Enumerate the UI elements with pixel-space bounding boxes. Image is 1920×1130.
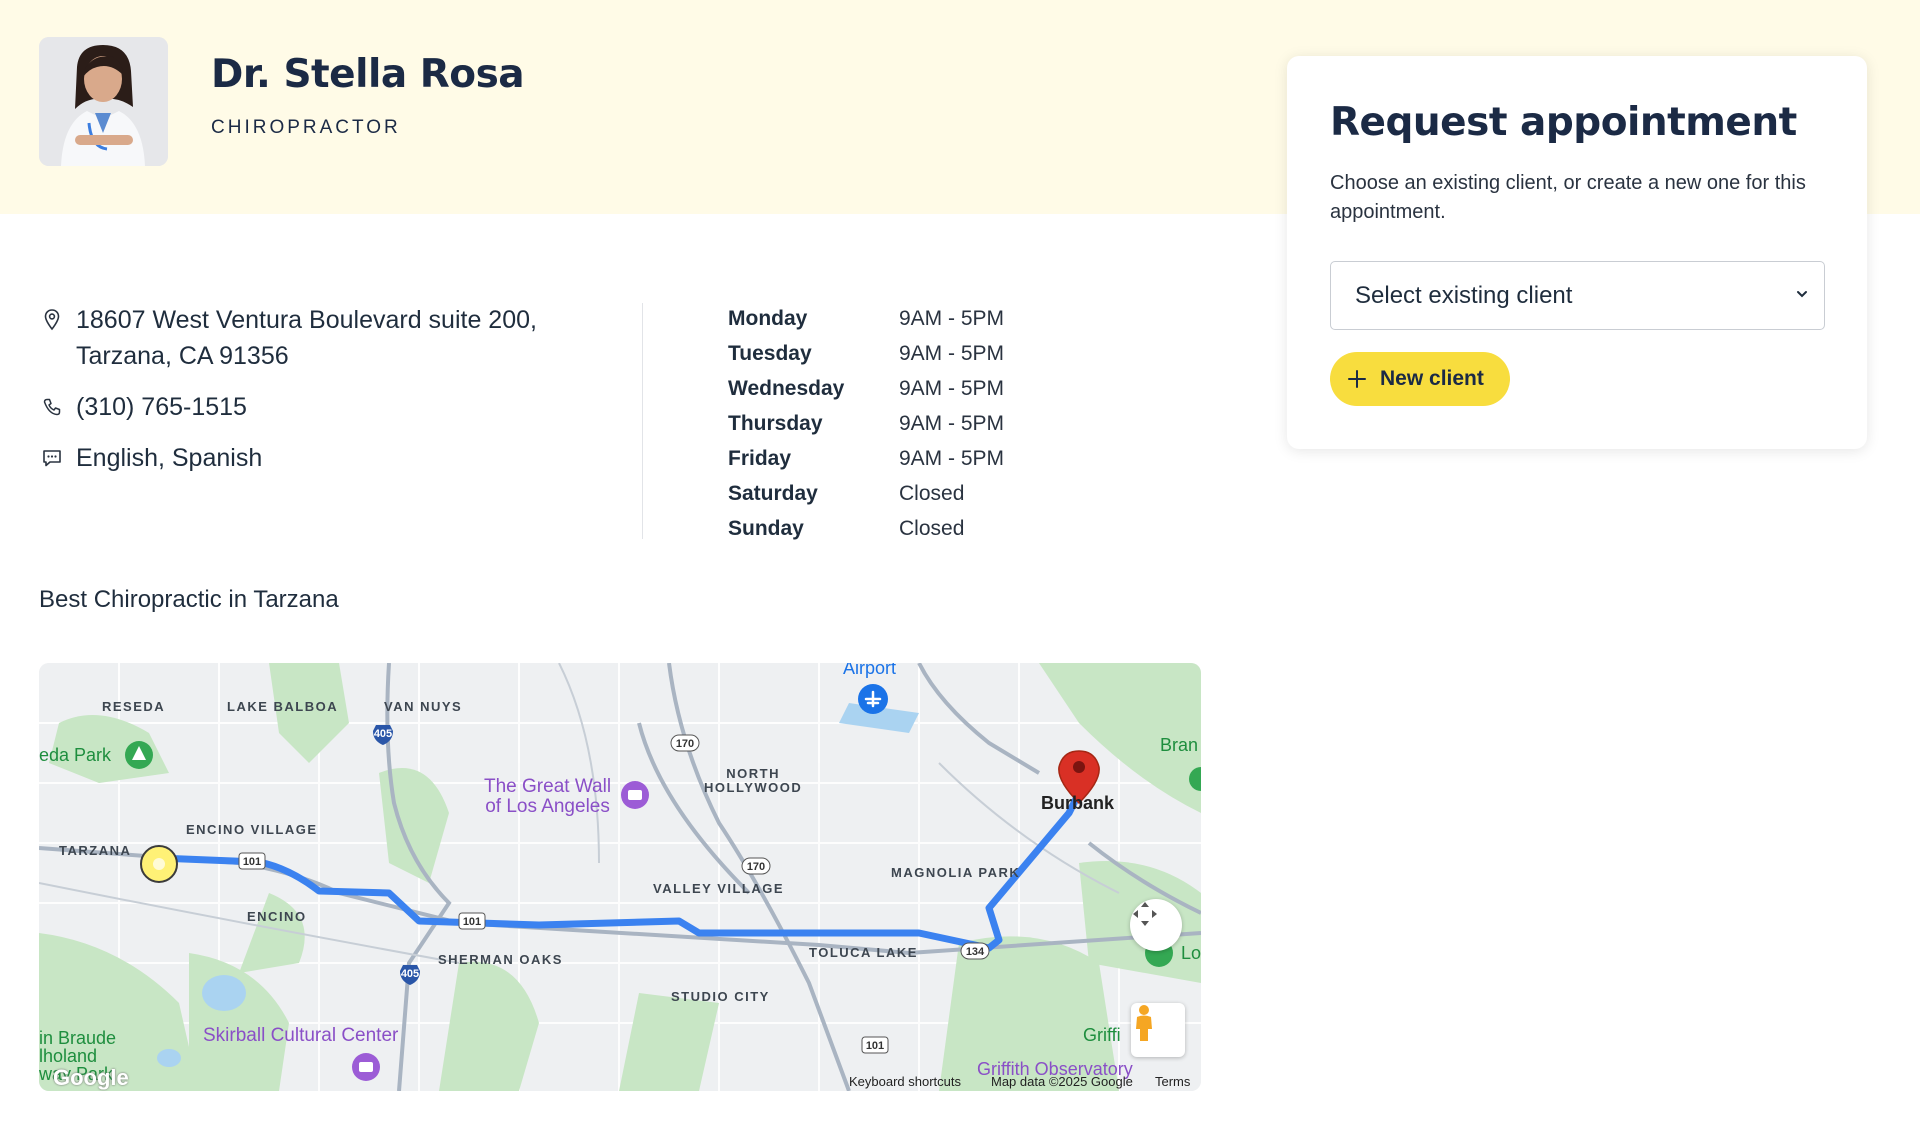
hours-day: Wednesday <box>728 376 845 400</box>
appointment-card: Request appointment Choose an existing c… <box>1287 56 1867 449</box>
map-label-encino-village: ENCINO VILLAGE <box>186 822 318 837</box>
map-label-valley-village: VALLEY VILLAGE <box>653 881 785 896</box>
hours-time: 9AM - 5PM <box>899 306 1005 330</box>
place-burbank[interactable]: Burbank <box>1041 793 1114 814</box>
hours-row: Monday 9AM - 5PM <box>728 301 1004 336</box>
plus-icon <box>1347 369 1367 389</box>
map-label-encino: ENCINO <box>247 909 307 924</box>
shield-101: 101 <box>463 916 481 928</box>
hours-day: Saturday <box>728 481 818 505</box>
hours-day: Tuesday <box>728 341 812 365</box>
shield-170: 170 <box>676 738 694 750</box>
expand-icon <box>1133 902 1157 926</box>
address-line-1: 18607 West Ventura Boulevard suite 200, <box>76 306 537 334</box>
chat-bubble-icon <box>42 440 62 476</box>
new-client-button[interactable]: New client <box>1330 352 1510 406</box>
shield-134: 134 <box>966 946 985 958</box>
hours-row: Tuesday 9AM - 5PM <box>728 336 1004 371</box>
map-label-north-hollywood: NORTH HOLLYWOOD <box>704 766 803 795</box>
map-label-studio-city: STUDIO CITY <box>671 989 770 1004</box>
map-label-lake-balboa: LAKE BALBOA <box>227 699 339 714</box>
doctor-specialty: CHIROPRACTOR <box>211 117 401 138</box>
appointment-description: Choose an existing client, or create a n… <box>1330 172 1806 223</box>
museum-icon[interactable] <box>352 1053 380 1081</box>
shield-101: 101 <box>243 856 261 868</box>
place-airport[interactable]: Airport <box>843 663 896 679</box>
hours-day: Thursday <box>728 411 823 435</box>
place-bran[interactable]: Bran <box>1160 735 1198 756</box>
place-braude-line-2: lholand <box>39 1046 98 1066</box>
hours-day: Sunday <box>728 516 804 540</box>
doctor-name: Dr. Stella Rosa <box>211 52 525 97</box>
hours-time: 9AM - 5PM <box>899 411 1005 435</box>
shield-405: 405 <box>374 728 392 740</box>
shield-101: 101 <box>866 1040 884 1052</box>
map-label-van-nuys: VAN NUYS <box>384 699 463 714</box>
doctor-avatar <box>39 37 168 166</box>
hours-day: Friday <box>728 446 792 470</box>
divider <box>642 303 643 539</box>
map-label-tarzana: TARZANA <box>59 843 132 858</box>
google-logo: Google <box>53 1065 129 1090</box>
terms-link[interactable]: Terms <box>1155 1074 1190 1089</box>
street-view-button[interactable] <box>1131 1003 1185 1057</box>
place-braude-line-1: in Braude <box>39 1028 117 1048</box>
place-lo[interactable]: Lo <box>1181 943 1201 964</box>
hours-row: Saturday Closed <box>728 476 1004 511</box>
address: 18607 West Ventura Boulevard suite 200, … <box>42 302 537 374</box>
location-pin-icon <box>42 302 62 338</box>
hours-row: Wednesday 9AM - 5PM <box>728 371 1004 406</box>
hours-time: Closed <box>899 516 965 540</box>
chevron-down-icon <box>1797 291 1807 298</box>
place-griffith-short[interactable]: Griffi <box>1083 1025 1121 1046</box>
hours-row: Sunday Closed <box>728 511 1004 546</box>
pegman-icon <box>1136 1005 1152 1041</box>
place-reseda-park[interactable]: eda Park <box>39 745 111 766</box>
hours-time: 9AM - 5PM <box>899 341 1005 365</box>
map-label-reseda: RESEDA <box>102 699 166 714</box>
hours-time: Closed <box>899 481 965 505</box>
opening-hours: Monday 9AM - 5PM Tuesday 9AM - 5PM Wednesd… <box>728 301 1004 546</box>
map-data-credit: Map data ©2025 Google <box>991 1074 1133 1089</box>
fullscreen-button[interactable] <box>1130 899 1182 951</box>
hours-row: Thursday 9AM - 5PM <box>728 406 1004 441</box>
poi-great-wall-line-2: of Los Angeles <box>485 796 610 817</box>
hours-day: Monday <box>728 306 808 330</box>
poi-great-wall[interactable]: The Great Wall of Los Angeles <box>484 777 611 817</box>
phone-icon <box>42 389 62 425</box>
map-label-toluca-lake: TOLUCA LAKE <box>809 945 918 960</box>
tagline: Best Chiropractic in Tarzana <box>39 586 339 613</box>
map-label-sherman-oaks: SHERMAN OAKS <box>438 952 563 967</box>
client-select-value: Select existing client <box>1355 281 1573 309</box>
hours-time: 9AM - 5PM <box>899 446 1005 470</box>
languages-value: English, Spanish <box>76 444 263 472</box>
hours-time: 9AM - 5PM <box>899 376 1005 400</box>
museum-icon[interactable] <box>621 781 649 809</box>
poi-great-wall-line-1: The Great Wall <box>484 776 612 797</box>
park-icon[interactable] <box>125 741 153 769</box>
airport-icon[interactable] <box>858 684 888 714</box>
shield-405: 405 <box>401 968 419 980</box>
address-line-2: Tarzana, CA 91356 <box>76 342 289 370</box>
hours-row: Friday 9AM - 5PM <box>728 441 1004 476</box>
shield-170: 170 <box>747 861 765 873</box>
route-map[interactable]: 405 405 170 170 101 101 101 134 RESEDA L… <box>39 663 1201 1091</box>
appointment-title: Request appointment <box>1330 100 1797 145</box>
map-label-magnolia-park: MAGNOLIA PARK <box>891 865 1021 880</box>
phone: (310) 765-1515 <box>42 389 247 425</box>
languages: English, Spanish <box>42 440 262 476</box>
client-select[interactable]: Select existing client <box>1330 261 1825 330</box>
keyboard-shortcuts-link[interactable]: Keyboard shortcuts <box>849 1074 961 1089</box>
poi-skirball[interactable]: Skirball Cultural Center <box>203 1026 398 1046</box>
new-client-label: New client <box>1380 367 1484 390</box>
phone-number[interactable]: (310) 765-1515 <box>76 389 247 425</box>
